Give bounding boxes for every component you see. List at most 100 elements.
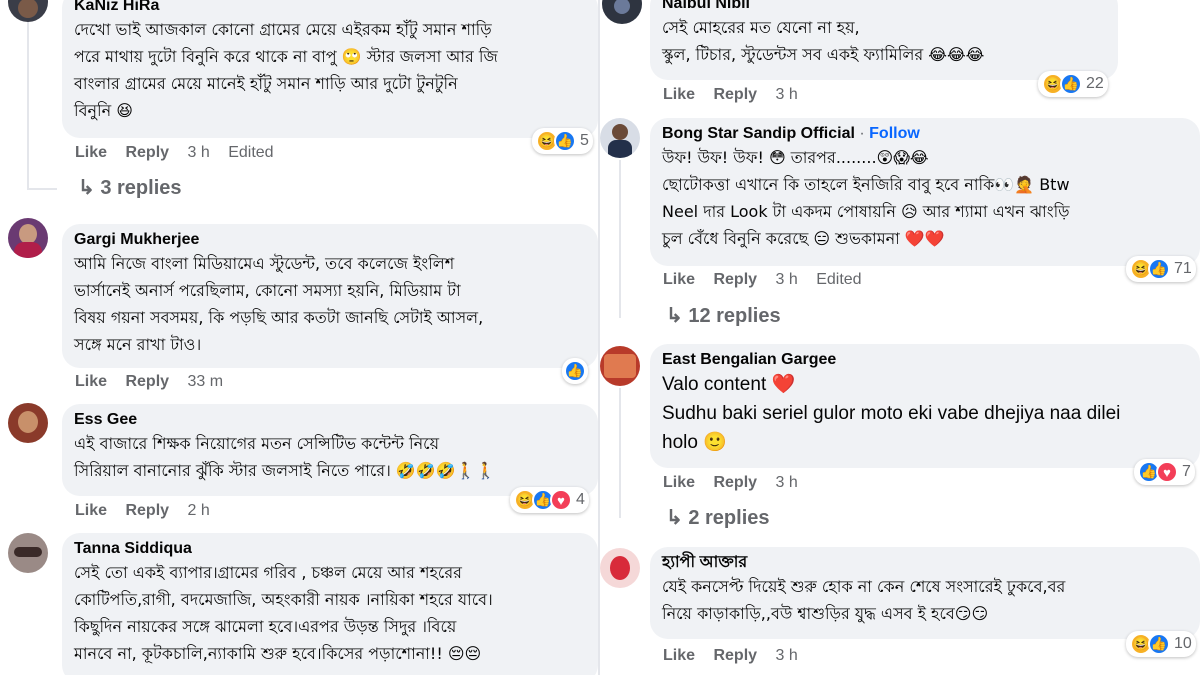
reply-button[interactable]: Reply: [713, 647, 757, 664]
reaction-summary[interactable]: 😆 👍 10: [1126, 631, 1196, 657]
reaction-summary[interactable]: 😆 👍 ♥ 4: [510, 487, 589, 513]
comment-actions: Like Reply 3 h Edited: [75, 144, 274, 162]
comment-bubble: Bong Star Sandip Official · Follow উফ! উ…: [650, 118, 1200, 266]
comment-line: holo 🙂: [662, 432, 727, 453]
reaction-summary[interactable]: 😆 👍 71: [1126, 256, 1196, 282]
reply-button[interactable]: Reply: [125, 144, 169, 161]
reaction-count: 71: [1174, 260, 1192, 277]
comment-timestamp[interactable]: 3 h: [776, 647, 798, 664]
like-button[interactable]: Like: [75, 502, 107, 519]
comment-timestamp[interactable]: 2 h: [188, 502, 210, 519]
reaction-summary[interactable]: 😆 👍 22: [1038, 71, 1108, 97]
comment-line: কিছুদিন নায়কের সঙ্গে ঝামেলা হবে।এরপর উড…: [74, 617, 457, 636]
comment-author[interactable]: Tanna Siddiqua: [74, 539, 586, 559]
comment-author[interactable]: Gargi Mukherjee: [74, 230, 586, 250]
comment-bubble: Naibul Nibil সেই মোহরের মত যেনো না হয়, …: [650, 0, 1118, 80]
comment-actions: Like Reply 3 h Edited: [663, 271, 862, 289]
like-reaction-icon: 👍: [1148, 258, 1170, 280]
comment-line: Valo content ❤️: [662, 374, 796, 395]
reaction-count: 10: [1174, 635, 1192, 652]
comment-line: বিষয় গয়না সবসময়, কি পড়ছি আর কতটা জান…: [74, 308, 484, 327]
comment-text: উফ! উফ! উফ! 😳 তারপর........😲😱😂 ছোটোকত্তা…: [662, 144, 1188, 252]
comment-line: Neel দার Look টা একদম পোষায়নি 😥 আর শ্যা…: [662, 202, 1070, 221]
reaction-count: 7: [1182, 463, 1191, 480]
reaction-summary[interactable]: 👍: [562, 358, 588, 384]
view-replies-link[interactable]: ↳ 3 replies: [78, 175, 182, 200]
reply-arrow-icon: ↳: [666, 305, 683, 327]
comment-line: চুল বেঁধে বিনুনি করেছে 😑 শুভকামনা ❤️❤️: [662, 229, 945, 248]
avatar[interactable]: [600, 346, 640, 386]
replies-count: 12 replies: [688, 305, 781, 327]
comment-line: ভার্সানেই অনার্স পরেছিলাম, কোনো সমস্যা হ…: [74, 281, 461, 300]
like-reaction-icon: 👍: [1060, 73, 1082, 95]
comment-line: সঙ্গে মনে রাখা টাও।: [74, 335, 202, 354]
avatar[interactable]: [600, 118, 640, 158]
comment-author-name[interactable]: Bong Star Sandip Official: [662, 125, 855, 142]
comment-line: সেই মোহরের মত যেনো না হয়,: [662, 18, 860, 37]
avatar[interactable]: [602, 0, 642, 24]
like-reaction-icon: 👍: [554, 130, 576, 152]
comment-line: ছোটোকত্তা এখানে কি তাহলে ইনজিরি বাবু হবে…: [662, 175, 1070, 194]
reaction-summary[interactable]: 😆 👍 5: [532, 128, 593, 154]
avatar[interactable]: [8, 0, 48, 22]
comment-actions: Like Reply 2 h: [75, 502, 224, 520]
comment-timestamp[interactable]: 3 h: [776, 474, 798, 491]
thread-line: [619, 160, 621, 318]
comment-timestamp[interactable]: 3 h: [188, 144, 210, 161]
comment-author[interactable]: KaNiz HiRa: [74, 0, 586, 16]
comment-bubble: KaNiz HiRa দেখো ভাই আজকাল কোনো গ্রামের ম…: [62, 0, 598, 138]
comment-line: মানবে না, কূটকচালি,ন্যাকামি শুরু হবে।কিস…: [74, 644, 482, 663]
reply-button[interactable]: Reply: [713, 86, 757, 103]
comment-text: আমি নিজে বাংলা মিডিয়ামেএ স্টুডেন্ট, তবে…: [74, 250, 586, 358]
comment-line: বাংলার গ্রামের মেয়ে মানেই হাঁটু সমান শা…: [74, 74, 458, 93]
edited-label: Edited: [816, 271, 862, 288]
reply-arrow-icon: ↳: [666, 507, 683, 529]
replies-count: 3 replies: [100, 177, 182, 199]
comment-text: Valo content ❤️ Sudhu baki seriel gulor …: [662, 370, 1188, 457]
comment-text: সেই তো একই ব্যাপার।গ্রামের গরিব , চঞ্চল …: [74, 559, 586, 667]
like-reaction-icon: 👍: [1148, 633, 1170, 655]
comment-author[interactable]: Naibul Nibil: [662, 0, 1106, 14]
comment-author[interactable]: Ess Gee: [74, 410, 586, 430]
comment-line: নিয়ে কাড়াকাড়ি,,বউ শ্বাশুড়ির যুদ্ধ এস…: [662, 604, 989, 623]
avatar[interactable]: [8, 403, 48, 443]
view-replies-link[interactable]: ↳ 2 replies: [666, 505, 770, 530]
comment-bubble: Ess Gee এই বাজারে শিক্ষক নিয়োগের মতন সে…: [62, 404, 598, 496]
comment-actions: Like Reply 33 m: [75, 373, 237, 391]
reply-button[interactable]: Reply: [125, 502, 169, 519]
avatar[interactable]: [8, 218, 48, 258]
like-button[interactable]: Like: [663, 474, 695, 491]
avatar[interactable]: [600, 548, 640, 588]
follow-button[interactable]: Follow: [869, 125, 920, 142]
left-comment-column: KaNiz HiRa দেখো ভাই আজকাল কোনো গ্রামের ম…: [0, 0, 598, 675]
comment-author[interactable]: হ্যাপী আক্তার: [662, 553, 1188, 573]
like-button[interactable]: Like: [75, 144, 107, 161]
comment-line: স্কুল, টিচার, স্টুডেন্টস সব একই ফ্যামিলি…: [662, 45, 985, 64]
comment-text: এই বাজারে শিক্ষক নিয়োগের মতন সেন্সিটিভ …: [74, 430, 586, 484]
thread-line: [27, 20, 29, 190]
comment-text: দেখো ভাই আজকাল কোনো গ্রামের মেয়ে এইরকম …: [74, 16, 586, 124]
reply-button[interactable]: Reply: [713, 271, 757, 288]
comment-line: সিরিয়াল বানানোর ঝুঁকি স্টার জলসাই নিতে …: [74, 461, 496, 480]
comment-author[interactable]: East Bengalian Gargee: [662, 350, 1188, 370]
comment-timestamp[interactable]: 33 m: [188, 373, 224, 390]
reaction-count: 5: [580, 132, 589, 149]
like-button[interactable]: Like: [75, 373, 107, 390]
reply-button[interactable]: Reply: [713, 474, 757, 491]
comment-line: পরে মাথায় দুটো বিনুনি করে থাকে না বাপু …: [74, 47, 498, 66]
comment-actions: Like Reply 3 h: [663, 474, 812, 492]
reply-button[interactable]: Reply: [125, 373, 169, 390]
view-replies-link[interactable]: ↳ 12 replies: [666, 303, 781, 328]
comment-line: উফ! উফ! উফ! 😳 তারপর........😲😱😂: [662, 148, 929, 167]
reaction-summary[interactable]: 👍 ♥ 7: [1134, 459, 1195, 485]
comment-timestamp[interactable]: 3 h: [776, 271, 798, 288]
love-reaction-icon: ♥: [550, 489, 572, 511]
like-button[interactable]: Like: [663, 86, 695, 103]
comment-line: আমি নিজে বাংলা মিডিয়ামেএ স্টুডেন্ট, তবে…: [74, 254, 455, 273]
replies-count: 2 replies: [688, 507, 770, 529]
like-button[interactable]: Like: [663, 271, 695, 288]
like-button[interactable]: Like: [663, 647, 695, 664]
comment-timestamp[interactable]: 3 h: [776, 86, 798, 103]
comment-bubble: হ্যাপী আক্তার যেই কনসেপ্ট দিয়েই শুরু হো…: [650, 547, 1200, 639]
avatar[interactable]: [8, 533, 48, 573]
